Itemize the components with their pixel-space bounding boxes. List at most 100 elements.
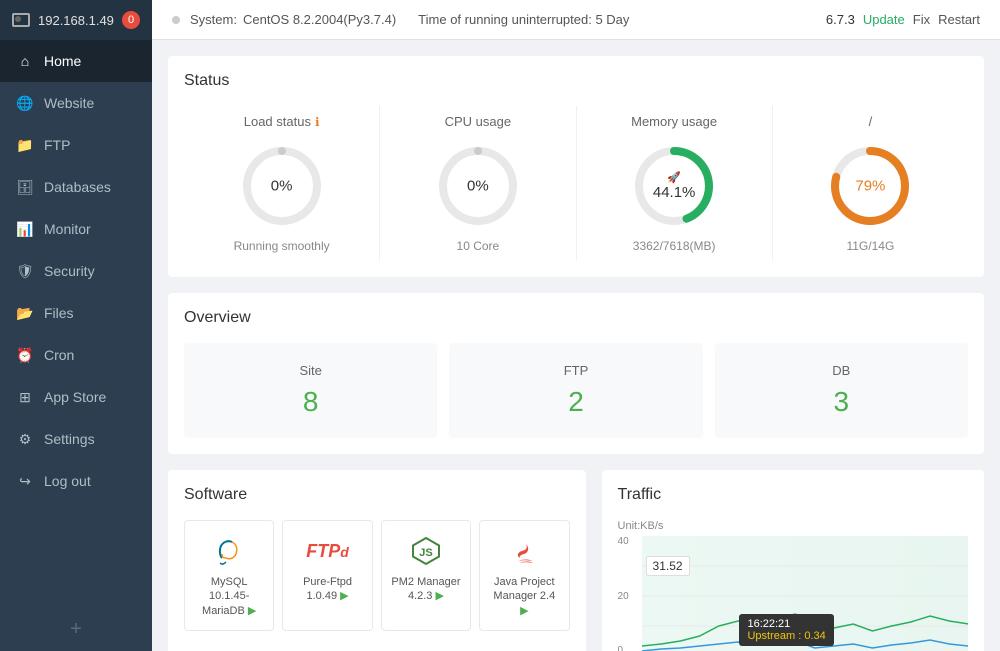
traffic-unit: Unit:KB/s — [618, 520, 968, 532]
topbar: System: CentOS 8.2.2004(Py3.7.4) Time of… — [152, 0, 1000, 40]
sidebar-item-home[interactable]: ⌂ Home — [0, 40, 152, 82]
software-section: Software MySQL 10.1.45-MariaDB ▶ — [168, 470, 586, 651]
status-title: Status — [184, 72, 968, 90]
software-mysql[interactable]: MySQL 10.1.45-MariaDB ▶ — [184, 520, 274, 631]
sidebar-item-security[interactable]: 🛡 Security — [0, 250, 152, 292]
svg-text:JS: JS — [419, 547, 432, 559]
files-icon: 📂 — [16, 304, 34, 322]
traffic-area: 31.52 16:22:21 Upstream : 0.34 — [642, 536, 968, 651]
software-pm2[interactable]: JS PM2 Manager 4.2.3 ▶ — [381, 520, 471, 631]
disk-sublabel: 11G/14G — [846, 239, 894, 253]
settings-icon: ⚙ — [16, 430, 34, 448]
info-icon: ℹ — [315, 115, 320, 129]
tooltip-upstream: Upstream : 0.34 — [747, 630, 825, 642]
sidebar-item-logout[interactable]: ↪ Log out — [0, 460, 152, 502]
disk-label: / — [869, 114, 873, 129]
y-label-20: 20 — [618, 591, 629, 602]
pm2-name: PM2 Manager 4.2.3 ▶ — [390, 575, 462, 604]
disk-donut: 79% — [825, 141, 915, 231]
sidebar-item-monitor[interactable]: 📊 Monitor — [0, 208, 152, 250]
software-ftpd[interactable]: FTPd Pure-Ftpd 1.0.49 ▶ — [282, 520, 372, 631]
sidebar-item-label: Log out — [44, 473, 91, 489]
shield-icon: 🛡 — [16, 262, 34, 280]
sidebar-item-files[interactable]: 📂 Files — [0, 292, 152, 334]
overview-title: Overview — [184, 309, 968, 327]
overview-db-card[interactable]: DB 3 — [715, 343, 968, 438]
databases-icon: 🗄 — [16, 178, 34, 196]
site-value: 8 — [204, 386, 417, 418]
sidebar-item-label: Files — [44, 305, 74, 321]
home-icon: ⌂ — [16, 52, 34, 70]
mysql-icon — [193, 533, 265, 569]
nodejs-icon: JS — [390, 533, 462, 569]
logout-icon: ↪ — [16, 472, 34, 490]
disk-value: 79% — [855, 178, 885, 195]
ftp-value: 2 — [469, 386, 682, 418]
sidebar: 192.168.1.49 0 ⌂ Home 🌐 Website 📁 FTP 🗄 … — [0, 0, 152, 651]
disk-status-item: / 79% 11G/14G — [773, 106, 968, 261]
website-icon: 🌐 — [16, 94, 34, 112]
add-button[interactable]: + — [0, 608, 152, 651]
sidebar-item-label: Settings — [44, 431, 95, 447]
sidebar-item-label: Security — [44, 263, 95, 279]
cpu-sublabel: 10 Core — [457, 239, 500, 253]
load-status-label: Load status ℹ — [244, 114, 320, 129]
overview-section: Overview Site 8 FTP 2 DB 3 — [168, 293, 984, 454]
db-label: DB — [735, 363, 948, 378]
traffic-chart: 40 20 0 — [618, 536, 968, 651]
restart-button[interactable]: Restart — [938, 12, 980, 27]
page-content: Status Load status ℹ 0% — [152, 40, 1000, 651]
sidebar-item-settings[interactable]: ⚙ Settings — [0, 418, 152, 460]
cron-icon: ⏰ — [16, 346, 34, 364]
cpu-label: CPU usage — [445, 114, 511, 129]
tooltip-time: 16:22:21 — [747, 618, 825, 630]
overview-site-card[interactable]: Site 8 — [184, 343, 437, 438]
monitor-nav-icon: 📊 — [16, 220, 34, 238]
update-button[interactable]: Update — [863, 12, 905, 27]
memory-sublabel: 3362/7618(MB) — [633, 239, 716, 253]
sidebar-item-website[interactable]: 🌐 Website — [0, 82, 152, 124]
sidebar-item-label: Monitor — [44, 221, 91, 237]
load-status-item: Load status ℹ 0% Running smoothly — [184, 106, 380, 261]
sidebar-item-appstore[interactable]: ⊞ App Store — [0, 376, 152, 418]
sidebar-nav: ⌂ Home 🌐 Website 📁 FTP 🗄 Databases 📊 Mon… — [0, 40, 152, 608]
sidebar-item-databases[interactable]: 🗄 Databases — [0, 166, 152, 208]
traffic-title: Traffic — [618, 486, 968, 504]
sidebar-item-cron[interactable]: ⏰ Cron — [0, 334, 152, 376]
traffic-tooltip: 16:22:21 Upstream : 0.34 — [739, 614, 833, 646]
fix-button[interactable]: Fix — [913, 12, 930, 27]
overview-grid: Site 8 FTP 2 DB 3 — [184, 343, 968, 438]
overview-ftp-card[interactable]: FTP 2 — [449, 343, 702, 438]
ftp-label: FTP — [469, 363, 682, 378]
memory-label: Memory usage — [631, 114, 717, 129]
load-donut: 0% — [237, 141, 327, 231]
java-name: Java Project Manager 2.4 ▶ — [488, 575, 560, 618]
sidebar-item-ftp[interactable]: 📁 FTP — [0, 124, 152, 166]
system-label: System: — [190, 12, 237, 27]
memory-value: 🚀 44.1% — [653, 171, 696, 201]
topbar-right: 6.7.3 Update Fix Restart — [826, 12, 980, 27]
java-icon — [488, 533, 560, 569]
version-label: 6.7.3 — [826, 12, 855, 27]
traffic-section: Traffic Unit:KB/s 40 20 0 — [602, 470, 984, 651]
monitor-icon — [12, 13, 30, 27]
main-content: System: CentOS 8.2.2004(Py3.7.4) Time of… — [152, 0, 1000, 651]
status-section: Status Load status ℹ 0% — [168, 56, 984, 277]
appstore-icon: ⊞ — [16, 388, 34, 406]
cpu-status-item: CPU usage 0% 10 Core — [380, 106, 576, 261]
cpu-donut: 0% — [433, 141, 523, 231]
software-java[interactable]: Java Project Manager 2.4 ▶ — [479, 520, 569, 631]
sidebar-item-label: FTP — [44, 137, 70, 153]
system-value: CentOS 8.2.2004(Py3.7.4) — [243, 12, 396, 27]
sidebar-header: 192.168.1.49 0 — [0, 0, 152, 40]
y-label-40: 40 — [618, 536, 629, 547]
ftpd-name: Pure-Ftpd 1.0.49 ▶ — [291, 575, 363, 604]
sidebar-ip: 192.168.1.49 — [38, 13, 122, 28]
load-sublabel: Running smoothly — [234, 239, 330, 253]
ftpd-icon: FTPd — [291, 533, 363, 569]
software-grid: MySQL 10.1.45-MariaDB ▶ FTPd Pure-Ftpd 1… — [184, 520, 570, 631]
software-title: Software — [184, 486, 570, 504]
memory-donut: 🚀 44.1% — [629, 141, 719, 231]
uptime-label: Time of running uninterrupted: 5 Day — [418, 12, 629, 27]
sidebar-item-label: Website — [44, 95, 94, 111]
